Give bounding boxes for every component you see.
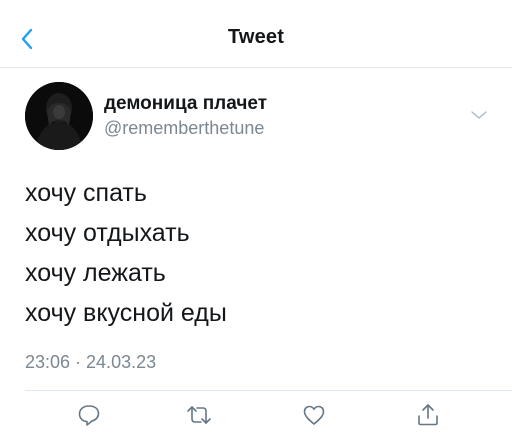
reply-icon <box>78 405 100 426</box>
retweet-icon <box>187 406 211 424</box>
divider <box>25 390 512 391</box>
tweet-actions-bar <box>0 400 512 430</box>
like-button[interactable] <box>301 402 327 428</box>
share-icon <box>418 404 438 426</box>
tweet-text: хочу спать хочу отдыхать хочу лежать хоч… <box>25 173 227 333</box>
tweet-header: Tweet <box>0 0 512 68</box>
tweet-line: хочу лежать <box>25 259 166 287</box>
author-display-name[interactable]: демоница плачет <box>104 93 267 115</box>
tweet-timestamp[interactable]: 23:06 · 24.03.23 <box>25 352 156 373</box>
tweet-line: хочу вкусной еды <box>25 299 227 327</box>
author-handle[interactable]: @rememberthetune <box>104 118 264 139</box>
tweet-line: хочу спать <box>25 179 147 207</box>
chevron-down-icon <box>471 111 487 119</box>
page-title: Tweet <box>227 26 285 48</box>
avatar-image <box>25 82 93 150</box>
tweet-line: хочу отдыхать <box>25 219 190 247</box>
reply-button[interactable] <box>76 402 102 428</box>
avatar[interactable] <box>25 82 93 150</box>
share-button[interactable] <box>415 402 441 428</box>
retweet-button[interactable] <box>186 402 212 428</box>
tweet-options-button[interactable] <box>470 108 488 120</box>
like-icon <box>303 405 325 425</box>
